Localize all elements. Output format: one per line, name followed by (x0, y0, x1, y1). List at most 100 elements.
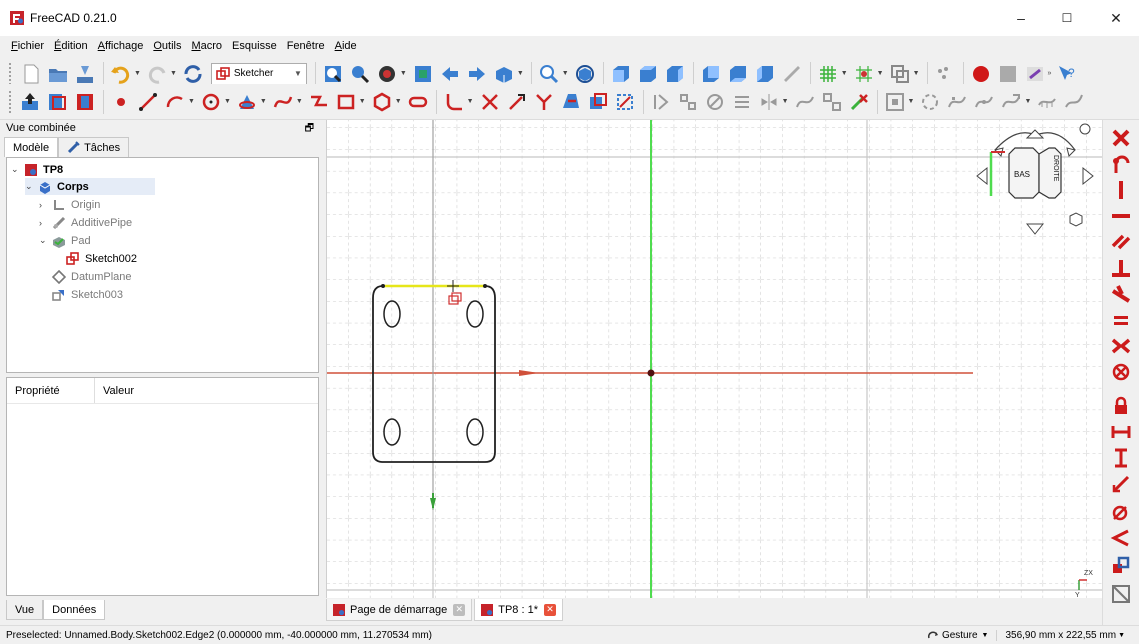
view-bottom-button[interactable] (725, 61, 751, 87)
symmetry-dropdown-icon[interactable]: ▼ (782, 98, 789, 105)
toolbar-grip[interactable] (8, 61, 12, 86)
menu-fenetre[interactable]: Fenêtre (282, 40, 330, 52)
select-origin-button[interactable] (675, 89, 701, 115)
draw-style-button[interactable] (374, 61, 400, 87)
chevron-right-icon[interactable]: › (39, 200, 51, 210)
toolbar-grip[interactable] (8, 89, 12, 114)
navigation-cube[interactable]: BAS DROITE (975, 120, 1095, 250)
symmetry-button[interactable] (756, 89, 782, 115)
view-rear-button[interactable] (698, 61, 724, 87)
toggle-driving-button[interactable] (1109, 554, 1133, 578)
navcube-arrow-left-icon[interactable] (976, 166, 988, 186)
view-isometric-button[interactable] (572, 61, 598, 87)
sketch-vertex[interactable] (381, 284, 385, 288)
menu-macro[interactable]: Macro (186, 40, 227, 52)
constrain-horizontal-distance-button[interactable] (1109, 420, 1133, 444)
open-button[interactable] (45, 61, 71, 87)
toggle-grid-button[interactable] (882, 89, 908, 115)
constrain-lock-button[interactable] (1109, 394, 1133, 418)
refresh-button[interactable] (180, 61, 206, 87)
bspline-polygon-button[interactable] (1061, 89, 1087, 115)
constrain-coincident-button[interactable] (1109, 126, 1133, 150)
rectangle-dropdown-icon[interactable]: ▼ (359, 98, 366, 105)
toggle-active-button[interactable] (1109, 582, 1133, 606)
draw-style-dropdown-icon[interactable]: ▼ (400, 70, 407, 77)
tab-donnees[interactable]: Données (43, 600, 106, 620)
std-views-dropdown-icon[interactable]: ▼ (517, 70, 524, 77)
navigation-style-button[interactable]: Gesture ▼ (919, 630, 997, 642)
bspline-control-button[interactable] (944, 89, 970, 115)
arc-dropdown-icon[interactable]: ▼ (188, 98, 195, 105)
constrain-point-on-object-button[interactable] (1109, 152, 1133, 176)
view-sketch-button[interactable] (45, 89, 71, 115)
constrain-vertical-button[interactable] (1109, 178, 1133, 202)
rendering-order-button[interactable] (887, 61, 913, 87)
tab-tp8[interactable]: TP8 : 1* ✕ (474, 599, 563, 621)
create-line-button[interactable] (135, 89, 161, 115)
bspline-knots-button[interactable] (971, 89, 997, 115)
constrain-perpendicular-button[interactable] (1109, 256, 1133, 280)
close-tab-icon[interactable]: ✕ (453, 603, 466, 616)
create-slot-button[interactable] (405, 89, 431, 115)
array-button[interactable] (819, 89, 845, 115)
save-button[interactable] (72, 61, 98, 87)
close-button[interactable]: ✕ (1093, 0, 1139, 36)
tree-item-origin[interactable]: › Origin (39, 196, 100, 213)
bounding-box-button[interactable] (410, 61, 436, 87)
bspline-info-button[interactable] (792, 89, 818, 115)
grid-dropdown-icon[interactable]: ▼ (841, 70, 848, 77)
chevron-down-icon[interactable]: ⌄ (11, 164, 23, 175)
navcube-menu-icon[interactable] (1069, 212, 1083, 227)
create-fillet-button[interactable] (441, 89, 467, 115)
select-constraints-button[interactable] (648, 89, 674, 115)
bspline-dropdown-icon[interactable]: ▼ (296, 98, 303, 105)
constrain-vertical-distance-button[interactable] (1109, 446, 1133, 470)
delete-geometry-button[interactable] (846, 89, 872, 115)
bspline-degree-button[interactable] (917, 89, 943, 115)
constrain-tangent-button[interactable] (1109, 282, 1133, 306)
measure-button[interactable] (779, 61, 805, 87)
rendering-order-dropdown-icon[interactable]: ▼ (913, 70, 920, 77)
tree-item-sketch002[interactable]: Sketch002 (65, 250, 137, 267)
toggle-grid-dropdown-icon[interactable]: ▼ (908, 98, 915, 105)
sketcher-snap-button[interactable] (851, 61, 877, 87)
constrain-equal-button[interactable] (1109, 308, 1133, 332)
menu-fichier[interactable]: Fichier (6, 40, 49, 52)
tab-vue[interactable]: Vue (6, 600, 44, 620)
zoom-dropdown-icon[interactable]: ▼ (562, 70, 569, 77)
menu-affichage[interactable]: Affichage (93, 40, 149, 52)
dimensions-button[interactable]: 356,90 mm x 222,55 mm ▼ (996, 630, 1133, 641)
close-tab-icon[interactable]: ✕ (543, 603, 556, 616)
fillet-dropdown-icon[interactable]: ▼ (467, 98, 474, 105)
construction-mode-button[interactable] (612, 89, 638, 115)
circle-dropdown-icon[interactable]: ▼ (224, 98, 231, 105)
trim-button[interactable] (477, 89, 503, 115)
view-right-button[interactable] (662, 61, 688, 87)
tab-taches[interactable]: Tâches (58, 137, 130, 157)
create-conic-button[interactable] (234, 89, 260, 115)
split-button[interactable] (531, 89, 557, 115)
constrain-angle-button[interactable] (1109, 526, 1133, 550)
whats-this-toggle-button[interactable] (932, 61, 958, 87)
leave-sketch-button[interactable] (18, 89, 44, 115)
tree-item-corps[interactable]: ⌄ Corps (25, 178, 155, 195)
constrain-parallel-button[interactable] (1109, 230, 1133, 254)
view-top-button[interactable] (635, 61, 661, 87)
tab-start-page[interactable]: Page de démarrage ✕ (326, 599, 473, 621)
sketch-vertex[interactable] (483, 284, 487, 288)
tree-item-pad[interactable]: ⌄ Pad (39, 232, 91, 249)
tree-item-additivepipe[interactable]: › AdditivePipe (39, 214, 132, 231)
bspline-comb-button[interactable] (1034, 89, 1060, 115)
menu-esquisse[interactable]: Esquisse (227, 40, 282, 52)
create-polygon-button[interactable] (369, 89, 395, 115)
navcube-arrow-down-icon[interactable] (1025, 223, 1045, 235)
fit-all-button[interactable] (320, 61, 346, 87)
redo-dropdown-icon[interactable]: ▼ (170, 70, 177, 77)
create-point-button[interactable] (108, 89, 134, 115)
sketcher-grid-button[interactable] (815, 61, 841, 87)
create-arc-button[interactable] (162, 89, 188, 115)
view-front-button[interactable] (608, 61, 634, 87)
redo-button[interactable] (144, 61, 170, 87)
menu-edition[interactable]: Édition (49, 40, 93, 52)
menu-outils[interactable]: Outils (148, 40, 186, 52)
